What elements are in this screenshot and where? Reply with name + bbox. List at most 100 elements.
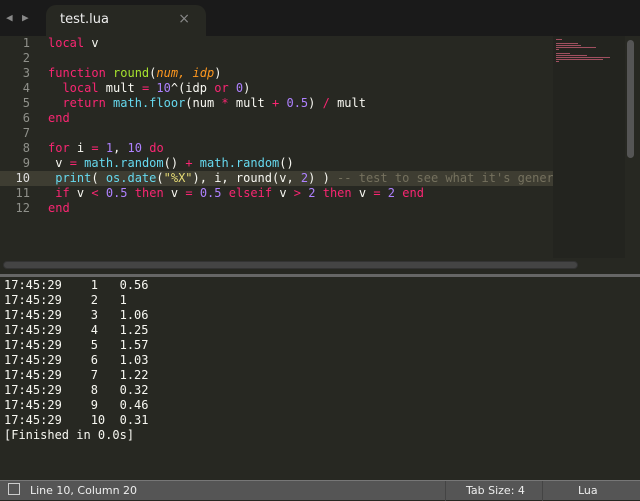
code-token: v xyxy=(48,156,70,170)
code-token: ) xyxy=(214,66,222,80)
code-token: end xyxy=(48,111,70,125)
code-token: then xyxy=(134,186,164,200)
code-token: local xyxy=(62,81,99,95)
code-token: math.floor xyxy=(113,96,186,110)
tab-bar: ◀ ▶ test.lua × xyxy=(0,0,640,36)
minimap-line xyxy=(556,47,596,48)
line-number: 9 xyxy=(22,156,30,170)
code-token: round xyxy=(113,66,150,80)
code-token: local xyxy=(48,36,85,50)
code-token: = xyxy=(373,186,381,200)
tab-size[interactable]: Tab Size: 4 xyxy=(466,484,525,497)
code-token: math.random xyxy=(199,156,280,170)
code-token: os.date xyxy=(105,171,157,185)
line-number: 2 xyxy=(22,51,30,65)
divider xyxy=(542,481,543,501)
forward-arrow-icon[interactable]: ▶ xyxy=(22,11,29,24)
line-number: 10 xyxy=(15,171,30,185)
code-line: end xyxy=(48,111,70,126)
code-token: "%X" xyxy=(163,171,193,185)
code-token: * xyxy=(221,96,229,110)
tab-test-lua[interactable]: test.lua × xyxy=(46,5,206,36)
output-line: 17:45:29 1 0.56 xyxy=(4,278,149,292)
code-token: math.random xyxy=(84,156,164,170)
code-token: for xyxy=(48,141,70,155)
build-output-panel: 17:45:29 1 0.56 17:45:29 2 1 17:45:29 3 1.… xyxy=(0,277,640,473)
line-number: 7 xyxy=(22,126,30,140)
code-token: = xyxy=(69,156,77,170)
code-line: function round(num, idp) xyxy=(48,66,221,81)
cursor-position: Line 10, Column 20 xyxy=(30,484,138,497)
code-token: idp xyxy=(192,66,215,80)
code-token: < xyxy=(91,186,99,200)
minimap-line xyxy=(556,45,582,46)
line-number: 5 xyxy=(22,96,30,110)
code-token: 10 xyxy=(127,141,142,155)
code-line: v = math.random() + math.random() xyxy=(48,156,294,171)
code-token: do xyxy=(149,141,164,155)
code-token: (num xyxy=(185,96,222,110)
code-token: function xyxy=(48,66,106,80)
code-line: print( os.date("%X"), i, round(v, 2) ) -… xyxy=(48,171,568,186)
code-line: local v xyxy=(48,36,99,51)
code-token: v xyxy=(163,186,186,200)
code-token: 1 xyxy=(105,141,114,155)
code-token: if xyxy=(55,186,70,200)
code-token: v xyxy=(69,186,92,200)
code-token: ( xyxy=(91,171,106,185)
code-token: = xyxy=(185,186,193,200)
code-token: 2 xyxy=(387,186,396,200)
output-line: 17:45:29 2 1 xyxy=(4,293,127,307)
output-line: 17:45:29 4 1.25 xyxy=(4,323,149,337)
code-token: () xyxy=(279,156,294,170)
horizontal-scrollbar[interactable] xyxy=(3,261,578,269)
code-editor[interactable]: 1 local v 2 3 function round(num, idp) 4 loca… xyxy=(0,36,640,258)
output-line: 17:45:29 7 1.22 xyxy=(4,368,149,382)
code-token: -- test to see what it's generat xyxy=(337,171,569,185)
close-icon[interactable]: × xyxy=(178,11,190,27)
code-line: if v < 0.5 then v = 0.5 elseif v > 2 the… xyxy=(48,186,424,201)
line-number: 12 xyxy=(15,201,30,215)
code-token: elseif xyxy=(228,186,273,200)
code-token: mult xyxy=(228,96,273,110)
output-line: 17:45:29 6 1.03 xyxy=(4,353,149,367)
output-line: 17:45:29 10 0.31 xyxy=(4,413,149,427)
code-token: 2 xyxy=(308,186,316,200)
code-token: i xyxy=(69,141,92,155)
minimap[interactable] xyxy=(553,36,625,258)
code-token: 0.5 xyxy=(105,186,128,200)
code-token: ) xyxy=(308,96,323,110)
code-token: , xyxy=(113,141,128,155)
code-token: > xyxy=(293,186,302,200)
output-line: [Finished in 0.0s] xyxy=(4,428,135,442)
code-token: end xyxy=(402,186,424,200)
minimap-line xyxy=(556,53,571,54)
code-token: 0.5 xyxy=(286,96,309,110)
code-line: end xyxy=(48,201,70,216)
code-token: ), i, round(v, xyxy=(192,171,301,185)
vertical-scrollbar[interactable] xyxy=(627,40,634,158)
output-line: 17:45:29 5 1.57 xyxy=(4,338,149,352)
output-line: 17:45:29 3 1.06 xyxy=(4,308,149,322)
panel-toggle-icon[interactable] xyxy=(8,483,20,495)
back-arrow-icon[interactable]: ◀ xyxy=(6,11,13,24)
divider xyxy=(445,481,446,501)
code-token: ( xyxy=(156,171,164,185)
line-number: 1 xyxy=(22,36,30,50)
output-line: 17:45:29 9 0.46 xyxy=(4,398,149,412)
line-number: 3 xyxy=(22,66,30,80)
minimap-line xyxy=(556,49,559,50)
code-token: num xyxy=(156,66,179,80)
code-token: = xyxy=(91,141,99,155)
syntax-selector[interactable]: Lua xyxy=(578,484,598,497)
code-token: + xyxy=(185,156,193,170)
